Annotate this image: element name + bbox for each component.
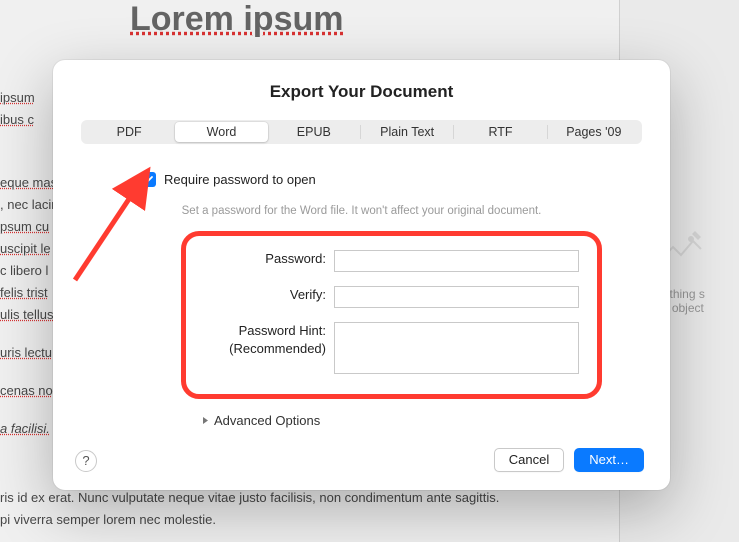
password-hint-label: Password Hint: (Recommended) (204, 322, 334, 358)
advanced-options-label: Advanced Options (214, 413, 320, 428)
cancel-button[interactable]: Cancel (494, 448, 564, 472)
verify-input[interactable] (334, 286, 579, 308)
format-tabs: PDF Word EPUB Plain Text RTF Pages '09 (81, 120, 642, 144)
password-hint-row: Password Hint: (Recommended) (204, 322, 579, 374)
tab-word[interactable]: Word (175, 122, 267, 142)
next-button[interactable]: Next… (574, 448, 644, 472)
password-hint-text: Set a password for the Word file. It won… (81, 205, 642, 217)
tab-pages09[interactable]: Pages '09 (548, 122, 640, 142)
tab-rtf[interactable]: RTF (454, 122, 546, 142)
annotation-highlight-box: Password: Verify: Password Hint: (Recomm… (181, 231, 602, 399)
dialog-title: Export Your Document (81, 82, 642, 102)
password-hint-input[interactable] (334, 322, 579, 374)
verify-row: Verify: (204, 286, 579, 308)
help-button[interactable]: ? (75, 450, 97, 472)
require-password-row: Require password to open (141, 172, 642, 187)
tab-pdf[interactable]: PDF (83, 122, 175, 142)
chevron-right-icon (201, 413, 210, 428)
tab-epub[interactable]: EPUB (268, 122, 360, 142)
password-row: Password: (204, 250, 579, 272)
advanced-options-disclosure[interactable]: Advanced Options (201, 413, 642, 428)
require-password-checkbox[interactable] (141, 172, 156, 187)
require-password-label: Require password to open (164, 172, 316, 187)
export-dialog: Export Your Document PDF Word EPUB Plain… (53, 60, 670, 490)
dialog-footer: Cancel Next… (494, 448, 644, 472)
checkmark-icon (143, 174, 154, 185)
tab-plain-text[interactable]: Plain Text (361, 122, 453, 142)
password-label: Password: (204, 250, 334, 268)
verify-label: Verify: (204, 286, 334, 304)
password-input[interactable] (334, 250, 579, 272)
